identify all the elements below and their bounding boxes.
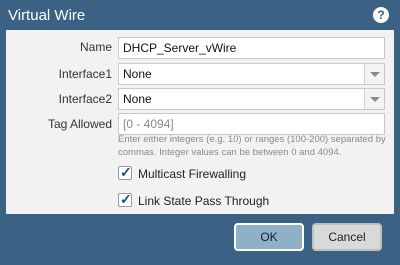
link-state-label[interactable]: Link State Pass Through: [138, 194, 269, 208]
multicast-firewalling-checkbox[interactable]: ✓: [118, 164, 132, 180]
checkmark-icon: ✓: [120, 164, 132, 180]
name-input[interactable]: DHCP_Server_vWire: [118, 37, 385, 59]
ok-button[interactable]: OK: [234, 223, 304, 251]
interface2-label: Interface2: [58, 92, 112, 106]
tag-allowed-label: Tag Allowed: [47, 117, 112, 131]
interface2-value: None: [123, 92, 152, 106]
name-label: Name: [79, 40, 112, 54]
name-input-value: DHCP_Server_vWire: [123, 41, 237, 55]
interface1-select[interactable]: None: [118, 63, 385, 85]
cancel-button[interactable]: Cancel: [312, 223, 382, 251]
chevron-down-icon[interactable]: [364, 64, 384, 84]
dialog-titlebar: Virtual Wire ?: [0, 0, 400, 30]
chevron-down-icon[interactable]: [364, 89, 384, 109]
link-state-checkbox[interactable]: ✓: [118, 191, 132, 207]
interface1-value: None: [123, 67, 152, 81]
tag-allowed-help: Enter either integers (e.g. 10) or range…: [118, 134, 386, 158]
interface2-select[interactable]: None: [118, 88, 385, 110]
help-icon[interactable]: ?: [373, 7, 389, 23]
tag-allowed-input[interactable]: [0 - 4094]: [118, 113, 385, 135]
tag-allowed-placeholder: [0 - 4094]: [123, 117, 174, 131]
dialog-title: Virtual Wire: [8, 7, 86, 24]
checkmark-icon: ✓: [120, 191, 132, 207]
interface1-label: Interface1: [58, 67, 112, 81]
form-panel: Name DHCP_Server_vWire Interface1 None I…: [6, 30, 394, 214]
multicast-firewalling-label[interactable]: Multicast Firewalling: [138, 167, 246, 181]
